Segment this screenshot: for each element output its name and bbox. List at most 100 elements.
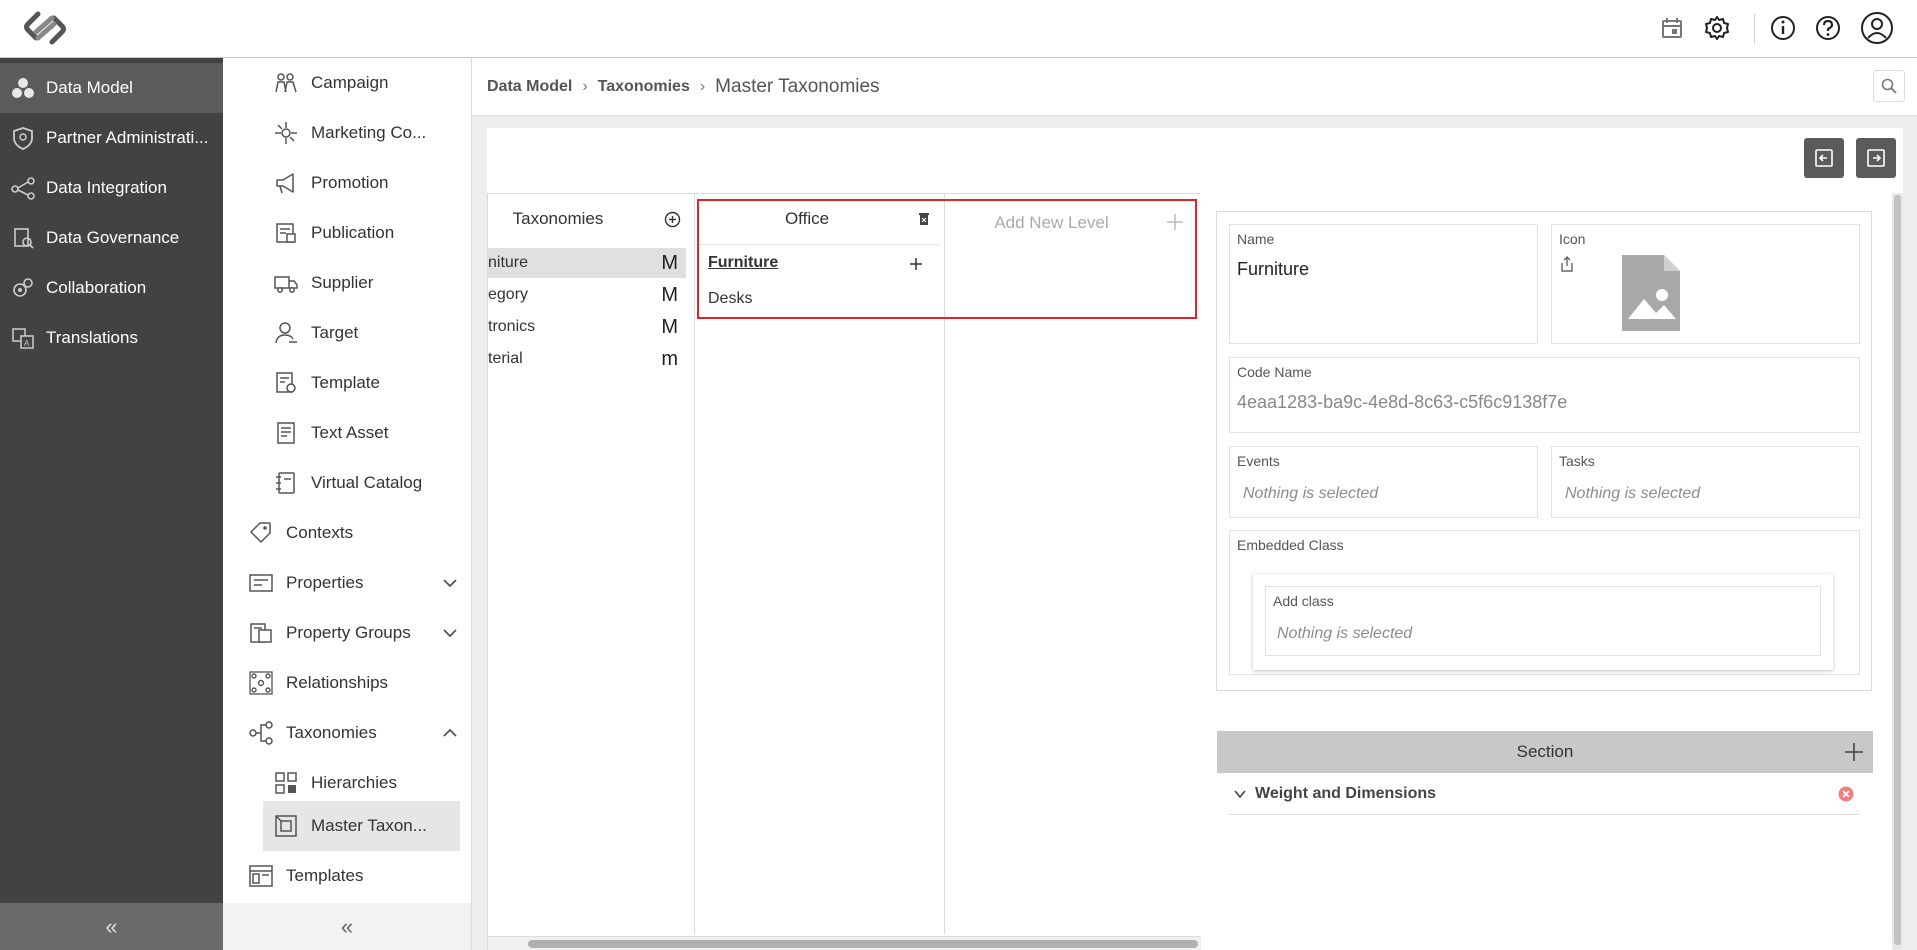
scrollbar-thumb[interactable]	[528, 940, 1198, 948]
upload-icon[interactable]	[1560, 255, 1574, 273]
chevron-up-icon[interactable]	[440, 723, 460, 743]
section-label: Section	[1516, 742, 1574, 761]
breadcrumb-data-model[interactable]: Data Model	[487, 78, 572, 96]
help-icon[interactable]	[1813, 13, 1843, 43]
nav-item-collaboration[interactable]: Collaboration	[0, 263, 223, 313]
events-label: Events	[1237, 453, 1280, 469]
name-field[interactable]: Name Furniture	[1229, 224, 1538, 344]
subnav-item-supplier[interactable]: Supplier	[273, 258, 373, 308]
secondary-sidebar: Campaign Marketing Co... Promotion Publi…	[223, 58, 472, 950]
horizontal-scrollbar[interactable]	[488, 936, 1201, 950]
add-level-plus-icon[interactable]	[1165, 212, 1185, 232]
taxonomy-row[interactable]: terial m	[488, 344, 686, 374]
search-button[interactable]	[1873, 70, 1905, 102]
subnav-item-master-taxonomies[interactable]: Master Taxon...	[263, 801, 460, 851]
taxonomy-name: terial	[488, 350, 523, 367]
chevron-down-icon[interactable]	[440, 623, 460, 643]
subnav-item-label: Master Taxon...	[311, 816, 427, 835]
subnav-item-label: Templates	[286, 866, 364, 885]
subnav-item-label: Property Groups	[286, 623, 411, 642]
master-taxonomy-icon	[273, 813, 299, 839]
tasks-label: Tasks	[1559, 453, 1595, 469]
marketing-icon	[273, 120, 299, 146]
subnav-item-publication[interactable]: Publication	[273, 208, 394, 258]
taxonomy-row[interactable]: egory M	[488, 280, 686, 310]
campaign-icon	[273, 70, 299, 96]
add-class-label: Add class	[1273, 593, 1334, 609]
add-section-plus-icon[interactable]	[1843, 741, 1865, 763]
calendar-icon[interactable]	[1657, 13, 1687, 43]
nav-item-data-governance[interactable]: Data Governance	[0, 213, 223, 263]
main-content: Data Model › Taxonomies › Master Taxonom…	[472, 58, 1917, 950]
truck-icon	[273, 270, 299, 296]
gear-icon[interactable]	[1702, 13, 1732, 43]
nav-item-label: Data Model	[46, 78, 133, 97]
events-field[interactable]: Events Nothing is selected	[1229, 446, 1538, 518]
section-body: Weight and Dimensions	[1217, 773, 1873, 949]
taxonomy-row[interactable]: tronics M	[488, 312, 686, 342]
subnav-item-label: Publication	[311, 223, 395, 242]
logo-icon[interactable]	[22, 10, 68, 46]
level-item-desks[interactable]: Desks	[708, 290, 752, 308]
level-item-furniture[interactable]: Furniture	[708, 254, 778, 272]
add-item-plus-icon[interactable]	[908, 256, 924, 272]
subnav-item-promotion[interactable]: Promotion	[273, 158, 388, 208]
taxonomy-name: tronics	[488, 318, 536, 335]
subnav-item-virtual-catalog[interactable]: Virtual Catalog	[273, 458, 422, 508]
name-value: Furniture	[1237, 259, 1310, 279]
master-badge: M	[661, 283, 678, 306]
subnav-item-taxonomies[interactable]: Taxonomies	[248, 708, 472, 758]
subnav-item-label: Marketing Co...	[311, 123, 427, 142]
tag-icon	[248, 520, 274, 546]
subnav-item-campaign[interactable]: Campaign	[273, 58, 389, 108]
vertical-scrollbar[interactable]	[1892, 193, 1903, 950]
chevron-down-icon[interactable]	[440, 573, 460, 593]
subnav-item-target[interactable]: Target	[273, 308, 358, 358]
section-item-weight-dimensions[interactable]: Weight and Dimensions	[1229, 773, 1860, 815]
import-icon	[1813, 147, 1835, 169]
data-model-icon	[10, 75, 36, 101]
nav-item-partner-administration[interactable]: Partner Administrati...	[0, 113, 223, 163]
tasks-field[interactable]: Tasks Nothing is selected	[1551, 446, 1860, 518]
subnav-item-text-asset[interactable]: Text Asset	[273, 408, 388, 458]
subnav-item-label: Supplier	[311, 273, 374, 292]
code-name-field[interactable]: Code Name 4eaa1283-ba9c-4e8d-8c63-c5f6c9…	[1229, 357, 1860, 433]
taxonomy-columns: Taxonomies niture M egory M tronics M te…	[487, 193, 1201, 950]
breadcrumb-taxonomies[interactable]: Taxonomies	[598, 78, 690, 96]
primary-sidebar: Data Model Partner Administrati... Data …	[0, 58, 223, 950]
section-item-label: Weight and Dimensions	[1255, 784, 1437, 802]
add-new-level-label[interactable]: Add New Level	[945, 198, 1158, 248]
subnav-item-templates[interactable]: Templates	[248, 851, 363, 901]
subnav-item-template[interactable]: Template	[273, 358, 380, 408]
subnav-item-marketing[interactable]: Marketing Co...	[273, 108, 426, 158]
nav-item-data-model[interactable]: Data Model	[0, 63, 223, 113]
add-class-field[interactable]: Add class Nothing is selected	[1265, 586, 1821, 656]
nav-item-data-integration[interactable]: Data Integration	[0, 163, 223, 213]
remove-circle-icon[interactable]	[1838, 786, 1854, 802]
collapse-sidebar-button[interactable]: «	[0, 903, 223, 950]
subnav-item-label: Relationships	[286, 673, 389, 692]
collapse-subnav-button[interactable]: «	[223, 903, 471, 950]
office-level-column: Office Furniture Desks	[695, 194, 945, 934]
taxonomy-row[interactable]: niture M	[488, 248, 686, 278]
master-badge: M	[661, 315, 678, 338]
info-icon[interactable]	[1768, 13, 1798, 43]
taxonomies-column: Taxonomies niture M egory M tronics M te…	[488, 194, 695, 934]
icon-label: Icon	[1559, 231, 1586, 247]
new-level-column: Add New Level	[945, 194, 1201, 934]
delete-level-icon[interactable]	[918, 212, 930, 226]
scrollbar-thumb[interactable]	[1894, 195, 1901, 945]
chevron-down-icon[interactable]	[1233, 787, 1247, 801]
nav-item-translations[interactable]: A Translations	[0, 313, 223, 363]
subnav-item-contexts[interactable]: Contexts	[248, 508, 353, 558]
template-doc-icon	[273, 370, 299, 396]
import-button[interactable]	[1804, 138, 1844, 178]
subnav-item-properties[interactable]: Properties	[248, 558, 472, 608]
add-circle-icon[interactable]	[664, 211, 681, 228]
relationships-icon	[248, 670, 274, 696]
subnav-item-property-groups[interactable]: Property Groups	[248, 608, 472, 658]
user-avatar-icon[interactable]	[1860, 11, 1894, 45]
subnav-item-relationships[interactable]: Relationships	[248, 658, 388, 708]
export-button[interactable]	[1856, 138, 1896, 178]
catalog-icon	[273, 470, 299, 496]
